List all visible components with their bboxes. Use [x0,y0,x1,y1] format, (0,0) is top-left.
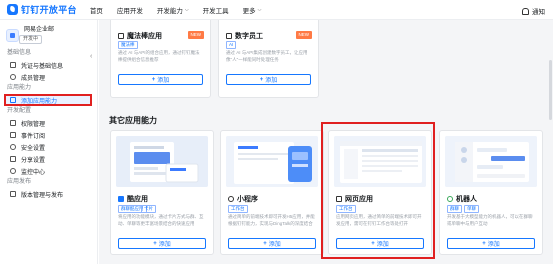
card-desc: 通过 AI 与API集成创建数字员工，让应用像"人"一样能同时处理任务 [226,50,308,62]
card-tag: 工作台 [228,205,248,213]
card-preview [226,136,318,187]
monitor-icon [10,168,16,174]
org-status-badge: 开发中 [19,35,43,44]
group-basic-info: 基础信息 [7,50,32,56]
plus-icon: + [259,76,264,83]
nav-tools[interactable]: 开发工具 [203,5,229,15]
bell-icon [522,7,529,15]
sidebar-item-events[interactable]: 事件订阅 [0,129,97,141]
org-name: 网易企业邮 [24,27,55,33]
user-icon [10,74,16,80]
highlight-box [321,122,435,259]
notice-label: 通知 [532,9,545,16]
nav-capabilities[interactable]: 开发能力 ⌵ [157,5,189,15]
card-desc: 通过 AI 与API的组合应用，通过钉钉魔法棒提供组合信息推荐 [118,50,200,62]
plus-icon: + [153,240,157,247]
add-button[interactable]: + 添加 [118,74,203,85]
sidebar-item-share[interactable]: 分享设置 [0,153,97,165]
cool-app-icon [118,196,124,202]
nav-more[interactable]: 更多 ⌵ [243,5,262,15]
group-dev-config: 开发配置 [7,108,32,114]
add-button[interactable]: + 添加 [226,74,311,85]
sidebar-item-members[interactable]: 成员管理 [0,71,97,83]
card-tag: 卡片 [141,205,156,213]
card-cool-app: 酷应用 群聊酷应用 卡片 将应用的功能模块，通过卡片方式与群、互动、单聊等更丰富… [110,130,214,255]
nav-app-dev[interactable]: 应用开发 [117,5,143,15]
card-digital-employee: 数字员工 NEW AI 通过 AI 与API集成创建数字员工，让应用像"人"一样… [218,20,319,98]
nav-home[interactable]: 首页 [90,5,103,15]
card-preview [116,136,208,187]
card-tag: 魔法棒 [118,41,138,49]
add-button[interactable]: + 添加 [228,238,316,249]
grid-icon [10,97,16,103]
plus-icon: + [263,240,267,247]
sidebar-item-monitor[interactable]: 监控中心 [0,165,97,177]
chevron-down-icon: ⌵ [184,6,189,13]
card-robot: 机器人 群聊 单聊 开发基于大模型能力的机器人，可以在群聊或单聊中与用户互动 +… [439,130,543,255]
version-icon [10,191,16,197]
sidebar-item-add-capability[interactable]: 添加应用能力 [4,94,92,106]
magic-wand-icon [118,33,124,39]
robot-icon [447,196,453,202]
card-desc: 通过简单的前端技术即可开发H5应用，并能根据钉钉能力，实现与DingTalk的深… [228,214,315,226]
group-release: 应用发布 [7,179,32,185]
logo[interactable]: 钉钉开放平台 [7,3,77,16]
add-button[interactable]: + 添加 [447,238,535,249]
card-tag: 单聊 [464,205,479,213]
lock-icon [10,120,16,126]
sidebar-item-credentials[interactable]: 凭证与基础信息 [0,59,97,71]
section-title: 其它应用能力 [109,116,157,125]
card-preview [445,136,537,187]
add-button[interactable]: + 添加 [118,238,206,249]
card-desc: 开发基于大模型能力的机器人，可以在群聊或单聊中与用户互动 [447,214,533,226]
card-magic-wand: 魔法棒应用 NEW 魔法棒 通过 AI 与API的组合应用，通过钉钉魔法棒提供组… [110,20,211,98]
card-title: 数字员工 [235,33,263,40]
sidebar-item-version[interactable]: 版本管理与发布 [0,188,97,200]
robot-icon [226,33,232,39]
shield-icon [10,144,16,150]
mini-program-icon [228,196,234,202]
sidebar-item-permissions[interactable]: 权限管理 [0,117,97,129]
card-title: 酷应用 [127,196,148,203]
doc-icon [10,62,16,68]
main-content: 魔法棒应用 NEW 魔法棒 通过 AI 与API的组合应用，通过钉钉魔法棒提供组… [99,20,553,264]
chevron-down-icon: ⌵ [257,6,262,13]
logo-text: 钉钉开放平台 [21,5,77,15]
group-app-capabilities: 应用能力 [7,85,32,91]
share-icon [10,156,16,162]
card-title: 小程序 [237,196,258,203]
notice-button[interactable]: 通知 [522,6,545,16]
plus-icon: + [151,76,156,83]
plus-icon: + [482,240,486,247]
new-badge: NEW [295,31,312,39]
card-mini-program: 小程序 工作台 通过简单的前端技术即可开发H5应用，并能根据钉钉能力，实现与Di… [220,130,324,255]
dingtalk-logo-icon [7,4,18,15]
scrollbar[interactable] [549,60,552,120]
bell-icon [10,132,16,138]
new-badge: NEW [187,31,204,39]
top-nav: 钉钉开放平台 首页 应用开发 开发能力 ⌵ 开发工具 更多 ⌵ 通知 [0,0,553,20]
org-avatar-icon [6,28,19,42]
card-tag: AI [226,41,237,49]
card-desc: 将应用的功能模块，通过卡片方式与群、互动、单聊等更丰富场景结合的快速应用 [118,214,204,226]
collapse-icon[interactable]: ‹ [90,53,92,60]
sidebar-item-security[interactable]: 安全设置 [0,141,97,153]
card-tag: 群聊 [447,205,462,213]
card-title: 机器人 [456,196,477,203]
sidebar: 网易企业邮 开发中 ‹ 基础信息 凭证与基础信息 成员管理 应用能力 添加应用能… [0,20,98,264]
org-switcher[interactable]: 网易企业邮 开发中 [0,20,97,48]
card-title: 魔法棒应用 [127,33,162,40]
